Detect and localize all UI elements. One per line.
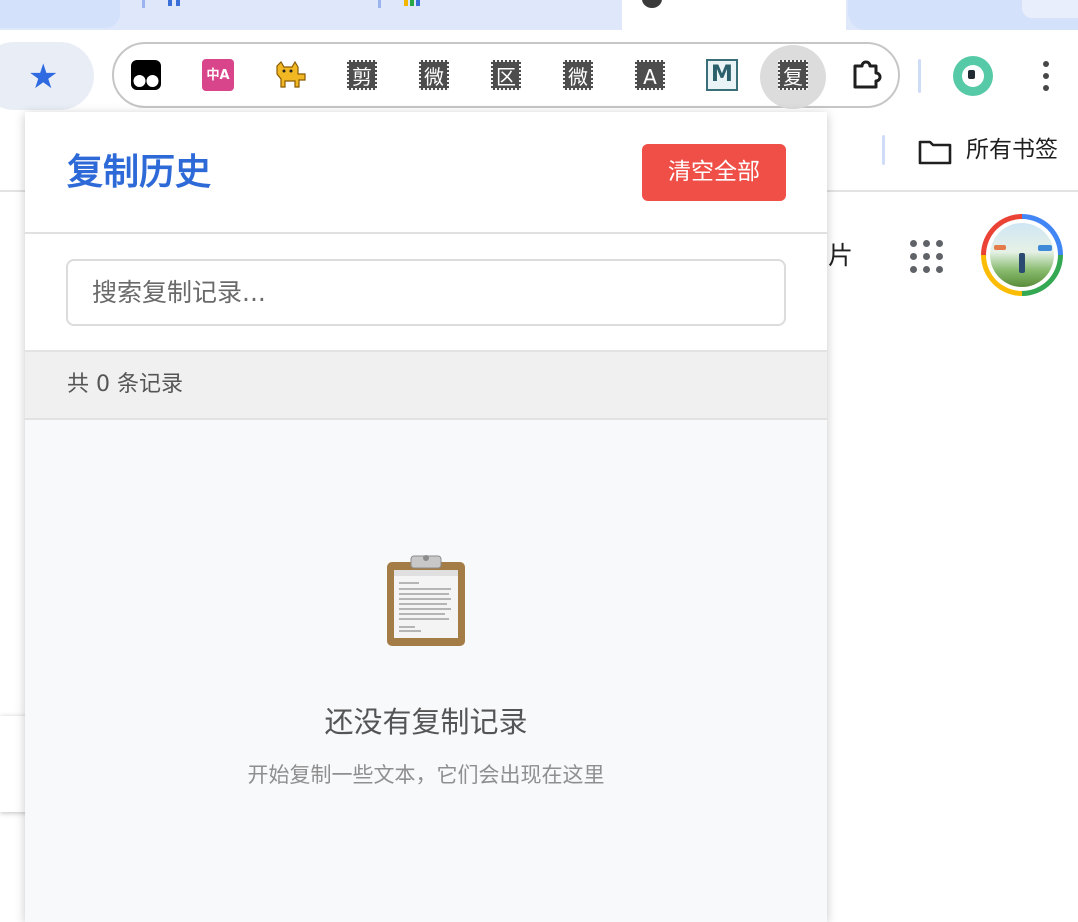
folder-icon — [918, 139, 952, 169]
qu-glyph: 区 — [491, 60, 521, 90]
popup-title: 复制历史 — [67, 152, 212, 193]
jian-glyph: 剪 — [347, 60, 377, 90]
a-extension-icon[interactable]: A — [632, 57, 668, 93]
fu-extension-icon[interactable]: 复 — [775, 57, 811, 93]
tab-search-button[interactable] — [1022, 0, 1078, 18]
toolbar-divider — [918, 59, 921, 93]
clear-all-button[interactable]: 清空全部 — [642, 144, 786, 201]
m-extension-icon[interactable]: M — [704, 57, 740, 93]
account-avatar[interactable] — [981, 214, 1063, 296]
fu-glyph: 复 — [778, 60, 808, 90]
search-input[interactable] — [66, 259, 786, 326]
cat-extension-icon[interactable] — [272, 57, 308, 93]
all-bookmarks-button[interactable]: 所有书签 — [966, 133, 1058, 167]
wei-glyph: 微 — [419, 60, 449, 90]
tab-separator — [142, 0, 145, 8]
jian-extension-icon[interactable]: 剪 — [344, 57, 380, 93]
empty-state-title: 还没有复制记录 — [324, 705, 528, 739]
bookmark-star-icon[interactable]: ★ — [28, 58, 58, 96]
a-glyph: A — [635, 60, 665, 90]
browser-toolbar: ★ 中A 剪 微 区 微 A M 复 — [0, 30, 1078, 112]
tab-separator — [378, 0, 381, 8]
tab-3-favicon — [404, 0, 408, 6]
wei2-glyph: 微 — [563, 60, 593, 90]
record-count-bar: 共 0 条记录 — [25, 352, 827, 420]
clipboard-icon — [385, 552, 467, 648]
extensions-puzzle-icon[interactable] — [848, 57, 884, 93]
account-avatar-image — [990, 223, 1054, 287]
popup-header: 复制历史 清空全部 — [25, 112, 827, 234]
wei-extension-icon[interactable]: 微 — [416, 57, 452, 93]
record-count: 共 0 条记录 — [67, 372, 183, 397]
tab-1[interactable] — [0, 0, 120, 28]
empty-state: 还没有复制记录 开始复制一些文本，它们会出现在这里 — [25, 420, 827, 922]
tampermonkey-icon[interactable] — [128, 57, 164, 93]
empty-state-subtitle: 开始复制一些文本，它们会出现在这里 — [247, 763, 605, 787]
qu-extension-icon[interactable]: 区 — [488, 57, 524, 93]
browser-menu-icon[interactable] — [1036, 58, 1056, 94]
tab-3-favicon-b — [410, 0, 414, 6]
translate-glyph: 中A — [202, 59, 234, 91]
search-area — [25, 234, 827, 352]
page-partial-text[interactable]: 片 — [828, 240, 853, 272]
profile-avatar[interactable] — [953, 56, 993, 96]
tab-3-favicon-c — [416, 0, 420, 6]
bookmarks-divider — [882, 135, 885, 165]
m-glyph: M — [706, 59, 738, 91]
translate-icon[interactable]: 中A — [200, 57, 236, 93]
tab-strip — [0, 0, 1078, 30]
wei2-extension-icon[interactable]: 微 — [560, 57, 596, 93]
tab-2-favicon-b — [176, 0, 180, 6]
google-apps-icon[interactable] — [909, 239, 945, 275]
profile-avatar-figure — [968, 70, 975, 79]
tab-2-favicon — [168, 0, 172, 6]
copy-history-popup: 复制历史 清空全部 共 0 条记录 — [25, 112, 827, 922]
